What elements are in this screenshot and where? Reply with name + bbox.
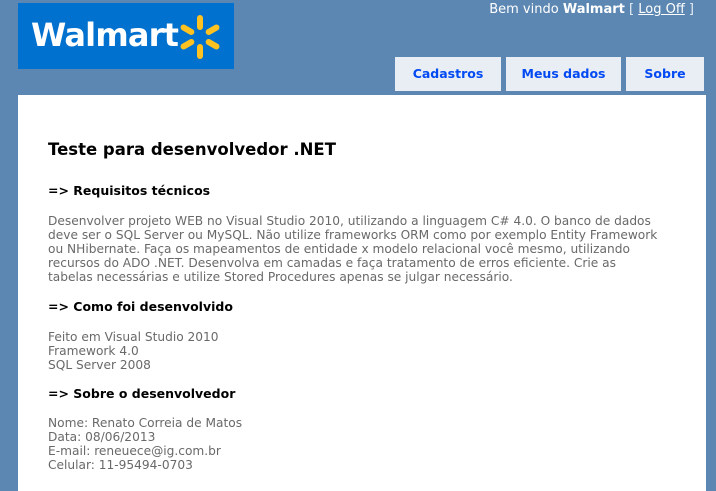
walmart-logo[interactable]: Walmart bbox=[18, 3, 234, 69]
username: Walmart bbox=[562, 2, 625, 17]
section-body-sobre: Nome: Renato Correia de Matos Data: 08/0… bbox=[48, 416, 688, 472]
text-line: deve ser o SQL Server ou MySQL. Não util… bbox=[48, 228, 658, 242]
section-heading-requisitos: => Requisitos técnicos bbox=[48, 183, 211, 198]
text-line: E-mail: reneuece@ig.com.br bbox=[48, 444, 221, 458]
main-content: Teste para desenvolvedor .NET => Requisi… bbox=[18, 95, 706, 491]
text-line: tabelas necessárias e utilize Stored Pro… bbox=[48, 270, 513, 284]
text-line: Nome: Renato Correia de Matos bbox=[48, 416, 243, 430]
text-line: SQL Server 2008 bbox=[48, 358, 151, 372]
page-title: Teste para desenvolvedor .NET bbox=[48, 140, 336, 159]
section-heading-como-foi: => Como foi desenvolvido bbox=[48, 299, 233, 314]
section-body-requisitos: Desenvolver projeto WEB no Visual Studio… bbox=[48, 214, 688, 284]
text-line: Framework 4.0 bbox=[48, 344, 139, 358]
menu-item-cadastros[interactable]: Cadastros bbox=[395, 57, 501, 91]
login-display: Bem vindo Walmart [ Log Off ] bbox=[489, 1, 694, 19]
text-line: recursos do ADO .NET. Desenvolva em cama… bbox=[48, 256, 616, 270]
text-line: Data: 08/06/2013 bbox=[48, 430, 156, 444]
section-heading-sobre: => Sobre o desenvolvedor bbox=[48, 386, 236, 401]
menu-item-meus-dados[interactable]: Meus dados bbox=[506, 57, 621, 91]
open-bracket: [ bbox=[629, 2, 635, 17]
text-line: Celular: 11-95494-0703 bbox=[48, 458, 193, 472]
spark-icon bbox=[180, 15, 220, 59]
welcome-text: Bem vindo bbox=[489, 2, 559, 17]
close-bracket: ] bbox=[688, 2, 694, 17]
text-line: ou NHibernate. Faça os mapeamentos de en… bbox=[48, 242, 630, 256]
menu-item-sobre[interactable]: Sobre bbox=[626, 57, 704, 91]
text-line: Feito em Visual Studio 2010 bbox=[48, 330, 219, 344]
logo-text: Walmart bbox=[31, 16, 179, 54]
section-body-como-foi: Feito em Visual Studio 2010 Framework 4.… bbox=[48, 330, 688, 372]
logoff-link[interactable]: Log Off bbox=[638, 2, 685, 17]
text-line: Desenvolver projeto WEB no Visual Studio… bbox=[48, 214, 651, 228]
